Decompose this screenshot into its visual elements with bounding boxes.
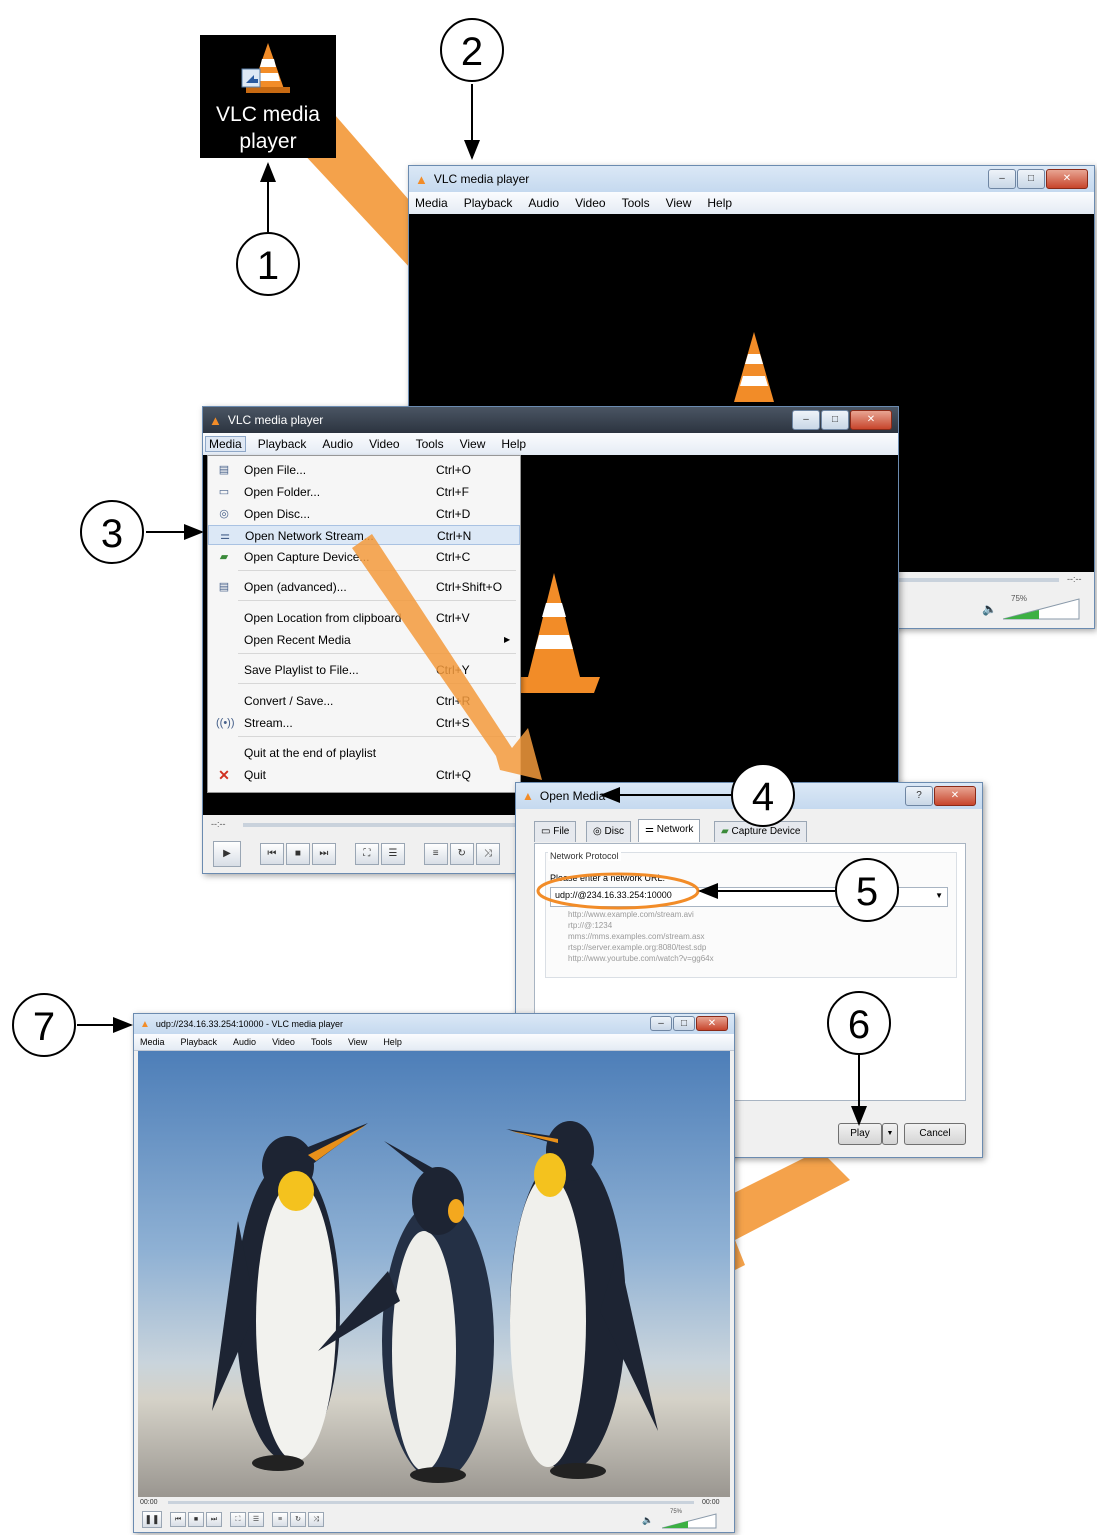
- callout-arrows: [77, 84, 867, 1126]
- step-3-marker: 3: [80, 500, 144, 564]
- step-4-marker: 4: [731, 763, 795, 827]
- step-1-marker: 1: [236, 232, 300, 296]
- step-5-marker: 5: [835, 858, 899, 922]
- step-6-marker: 6: [827, 991, 891, 1055]
- step-2-marker: 2: [440, 18, 504, 82]
- step-7-marker: 7: [12, 993, 76, 1057]
